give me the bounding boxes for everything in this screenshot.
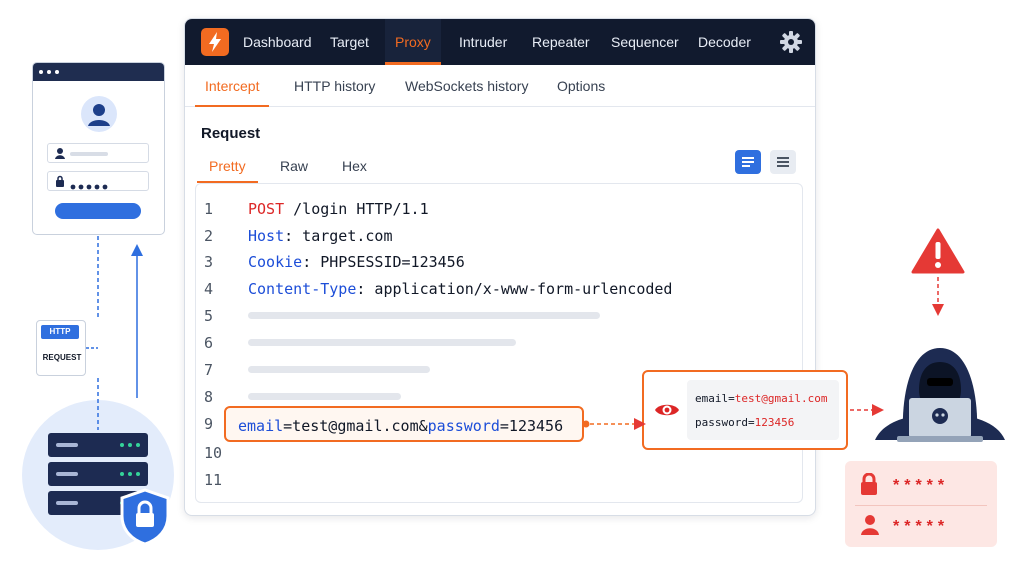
window-dot [55, 70, 59, 74]
nav-intruder[interactable]: Intruder [449, 19, 517, 65]
header-key-host: Host [248, 227, 285, 245]
wrap-lines-button[interactable] [735, 150, 761, 174]
http-method: POST [248, 200, 285, 218]
param-value-email: =test@gmail.com& [283, 417, 428, 435]
leaked-email-key: email= [695, 392, 735, 405]
lock-icon [56, 175, 64, 187]
line-number: 1 [204, 200, 214, 218]
line-number: 8 [204, 388, 214, 406]
nav-sequencer[interactable]: Sequencer [601, 19, 689, 65]
window-dot [47, 70, 51, 74]
placeholder-line [248, 339, 516, 346]
user-icon [55, 148, 65, 159]
eye-icon [654, 401, 680, 424]
request-title: Request [201, 125, 261, 142]
leaked-credentials: email=test@gmail.com password=123456 [687, 380, 839, 440]
top-navigation-bar: Dashboard Target Proxy Intruder Repeater… [185, 19, 815, 65]
leaked-password-key: password= [695, 416, 755, 429]
hacker-icon [871, 318, 1009, 453]
leaked-email-value: test@gmail.com [734, 392, 828, 405]
line-number: 4 [204, 280, 214, 298]
param-value-password: =123456 [499, 417, 564, 435]
param-key-password: password [427, 417, 500, 435]
code-line-2: Host: target.com [248, 227, 393, 245]
line-number: 6 [204, 334, 214, 352]
code-line-3: Cookie: PHPSESSID=123456 [248, 253, 465, 271]
code-line-9: email=test@gmail.com&password=123456 [238, 417, 563, 435]
masked-username: ***** [893, 518, 950, 535]
intercepted-data-panel: email=test@gmail.com password=123456 [642, 370, 848, 450]
warning-icon [911, 228, 965, 279]
request-editor[interactable]: 1 2 3 4 5 6 7 8 9 10 11 POST /login HTTP… [195, 183, 803, 503]
line-number: 5 [204, 307, 214, 325]
leaked-password-value: 123456 [754, 416, 795, 429]
window-dot [39, 70, 43, 74]
tab-pretty[interactable]: Pretty [197, 149, 258, 183]
nav-dashboard[interactable]: Dashboard [233, 19, 322, 65]
username-field[interactable] [47, 143, 149, 163]
highlighted-body-line[interactable]: email=test@gmail.com&password=123456 [224, 406, 584, 442]
nav-proxy[interactable]: Proxy [385, 19, 441, 65]
header-key-content-type: Content-Type [248, 280, 357, 298]
password-dots [70, 178, 110, 196]
username-placeholder [70, 152, 108, 156]
param-key-email: email [238, 417, 284, 435]
http-tag: HTTP [41, 325, 79, 339]
lightning-logo-icon[interactable] [201, 28, 229, 56]
password-field[interactable] [47, 171, 149, 191]
leaked-email: email=test@gmail.com [695, 392, 827, 405]
line-number: 10 [204, 444, 223, 462]
credentials-divider [855, 505, 987, 506]
placeholder-line [248, 312, 600, 319]
line-number: 3 [204, 253, 214, 271]
placeholder-line [248, 366, 430, 373]
line-number: 2 [204, 227, 214, 245]
login-window [32, 62, 165, 235]
placeholder-line [248, 393, 401, 400]
server-rack-unit [48, 433, 148, 457]
proxy-subtabs: Intercept HTTP history WebSockets histor… [185, 65, 815, 107]
http-request-label: REQUEST [42, 353, 82, 362]
shield-lock-icon [118, 488, 172, 551]
leaked-password: password=123456 [695, 416, 794, 429]
stolen-credentials-card: ***** ***** [845, 461, 997, 547]
code-line-4: Content-Type: application/x-www-form-url… [248, 280, 672, 298]
nav-decoder[interactable]: Decoder [688, 19, 761, 65]
tab-websockets-history[interactable]: WebSockets history [395, 65, 538, 107]
code-line-1: POST /login HTTP/1.1 [248, 200, 429, 218]
server-rack-unit [48, 462, 148, 486]
line-number: 7 [204, 361, 214, 379]
header-value-content-type: : application/x-www-form-urlencoded [356, 280, 673, 298]
login-button[interactable] [55, 203, 141, 219]
nav-target[interactable]: Target [320, 19, 379, 65]
tab-raw[interactable]: Raw [268, 149, 320, 183]
tab-hex[interactable]: Hex [330, 149, 379, 183]
user-avatar-icon [81, 96, 117, 137]
lock-icon [859, 472, 879, 500]
tab-intercept[interactable]: Intercept [195, 65, 270, 107]
list-view-button[interactable] [770, 150, 796, 174]
header-value-cookie: : PHPSESSID=123456 [302, 253, 465, 271]
user-icon [859, 513, 881, 540]
header-value-host: : target.com [284, 227, 393, 245]
request-path: /login HTTP/1.1 [284, 200, 429, 218]
nav-repeater[interactable]: Repeater [522, 19, 600, 65]
gear-icon[interactable] [779, 30, 803, 54]
http-request-document: HTTP REQUEST [36, 320, 86, 376]
browser-titlebar [33, 63, 164, 81]
header-key-cookie: Cookie [248, 253, 303, 271]
line-number: 11 [204, 471, 223, 489]
masked-password: ***** [893, 477, 950, 494]
tab-http-history[interactable]: HTTP history [284, 65, 385, 107]
tab-options[interactable]: Options [547, 65, 615, 107]
